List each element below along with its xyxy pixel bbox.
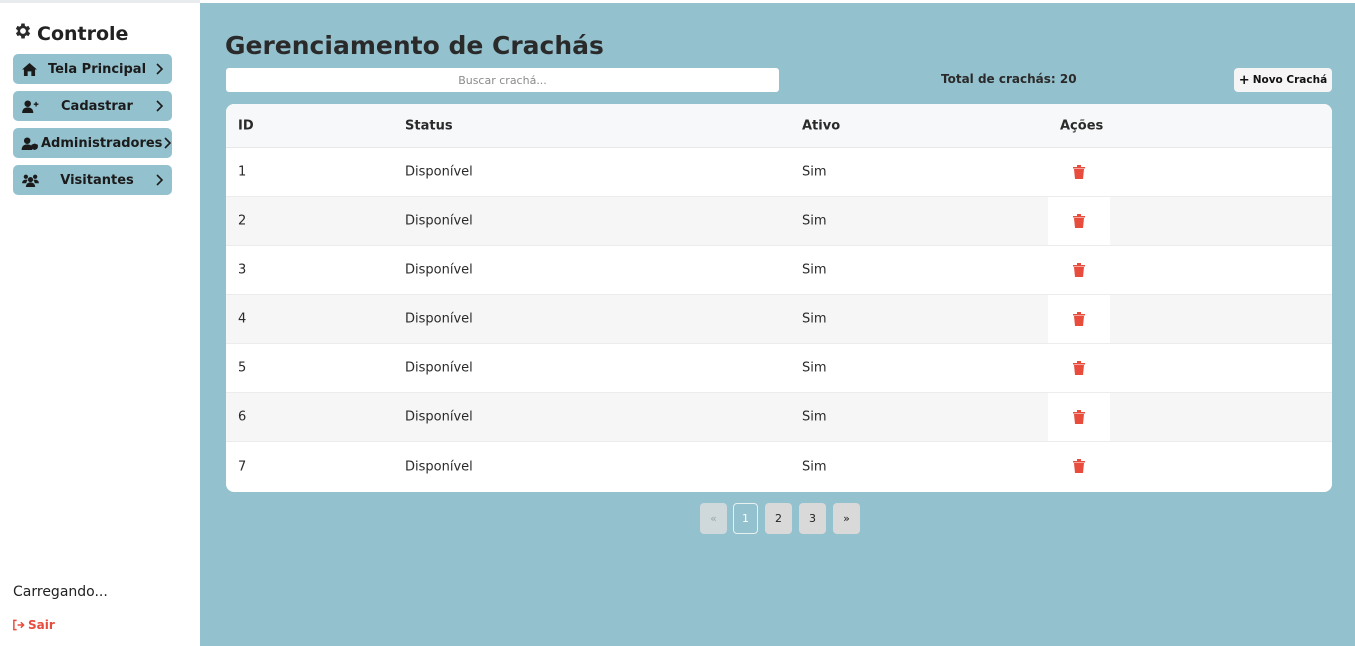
pagination-page-1[interactable]: 1 — [733, 503, 758, 534]
gear-icon — [13, 21, 33, 46]
cell-id: 4 — [238, 311, 247, 327]
sidebar-item-label: Visitantes — [60, 172, 134, 188]
user-shield-icon — [21, 135, 39, 151]
cell-id: 2 — [238, 213, 247, 229]
table-row: 7 Disponível Sim — [226, 442, 1332, 491]
loading-text: Carregando... — [13, 584, 108, 600]
cell-id: 5 — [238, 360, 247, 376]
logout-link[interactable]: Sair — [12, 618, 55, 632]
delete-button[interactable] — [1048, 148, 1110, 196]
chevron-right-icon — [156, 100, 164, 112]
pagination-page-2[interactable]: 2 — [765, 503, 792, 534]
cell-ativo: Sim — [802, 360, 827, 376]
chevron-right-icon — [164, 137, 172, 149]
total-badges-label: Total de crachás: 20 — [941, 72, 1077, 86]
sidebar-item-label: Tela Principal — [47, 61, 147, 77]
sidebar-item-label: Cadastrar — [61, 98, 133, 114]
trash-icon — [1073, 165, 1085, 179]
sidebar: Controle Tela Principal Cadastrar Admini… — [0, 0, 200, 646]
delete-button[interactable] — [1048, 295, 1110, 343]
header-status: Status — [405, 118, 453, 133]
main-content: Gerenciamento de Crachás Total de crachá… — [200, 3, 1355, 646]
brand-title: Controle — [37, 22, 129, 45]
sidebar-item-tela-principal[interactable]: Tela Principal — [13, 54, 172, 84]
cell-status: Disponível — [405, 164, 473, 180]
cell-id: 6 — [238, 409, 247, 425]
sidebar-item-visitantes[interactable]: Visitantes — [13, 165, 172, 195]
trash-icon — [1073, 312, 1085, 326]
delete-button[interactable] — [1048, 393, 1110, 441]
sidebar-item-cadastrar[interactable]: Cadastrar — [13, 91, 172, 121]
trash-icon — [1073, 410, 1085, 424]
cell-id: 1 — [238, 164, 247, 180]
pagination-prev-button[interactable]: « — [700, 503, 727, 534]
delete-button[interactable] — [1048, 442, 1110, 490]
table-row: 3 Disponível Sim — [226, 246, 1332, 295]
users-icon — [22, 172, 40, 188]
header-ativo: Ativo — [802, 118, 841, 133]
new-badge-label: Novo Crachá — [1252, 74, 1328, 86]
badges-table: ID Status Ativo Ações 1 Disponível Sim 2… — [226, 104, 1332, 492]
cell-status: Disponível — [405, 409, 473, 425]
table-row: 1 Disponível Sim — [226, 148, 1332, 197]
cell-ativo: Sim — [802, 311, 827, 327]
cell-id: 7 — [238, 459, 247, 474]
sidebar-item-administradores[interactable]: Administradores — [13, 128, 172, 158]
chevron-right-icon — [156, 63, 164, 75]
pagination-page-3[interactable]: 3 — [799, 503, 826, 534]
table-row: 5 Disponível Sim — [226, 344, 1332, 393]
cell-status: Disponível — [405, 459, 473, 474]
delete-button[interactable] — [1048, 197, 1110, 245]
plus-icon: + — [1238, 72, 1250, 88]
cell-status: Disponível — [405, 213, 473, 229]
sidebar-brand: Controle — [13, 21, 128, 46]
cell-ativo: Sim — [802, 164, 827, 180]
home-icon — [22, 61, 40, 77]
user-plus-icon — [22, 98, 40, 114]
table-row: 6 Disponível Sim — [226, 393, 1332, 442]
cell-ativo: Sim — [802, 409, 827, 425]
page-title: Gerenciamento de Crachás — [225, 31, 604, 60]
cell-status: Disponível — [405, 360, 473, 376]
new-badge-button[interactable]: + Novo Crachá — [1234, 68, 1332, 92]
trash-icon — [1073, 263, 1085, 277]
cell-ativo: Sim — [802, 213, 827, 229]
app-root: Controle Tela Principal Cadastrar Admini… — [0, 0, 1355, 646]
cell-status: Disponível — [405, 311, 473, 327]
table-row: 4 Disponível Sim — [226, 295, 1332, 344]
logout-label: Sair — [28, 618, 55, 632]
trash-icon — [1073, 214, 1085, 228]
header-id: ID — [238, 118, 254, 133]
pagination-next-button[interactable]: » — [833, 503, 860, 534]
table-header: ID Status Ativo Ações — [226, 104, 1332, 148]
sign-out-icon — [13, 619, 25, 631]
cell-ativo: Sim — [802, 262, 827, 278]
pagination: « 1 2 3 » — [700, 503, 860, 534]
trash-icon — [1073, 459, 1085, 473]
cell-id: 3 — [238, 262, 247, 278]
cell-ativo: Sim — [802, 459, 827, 474]
header-acoes: Ações — [1060, 118, 1104, 133]
table-row: 2 Disponível Sim — [226, 197, 1332, 246]
sidebar-item-label: Administradores — [41, 135, 163, 151]
delete-button[interactable] — [1048, 344, 1110, 392]
sidebar-nav: Tela Principal Cadastrar Administradores — [13, 54, 172, 202]
cell-status: Disponível — [405, 262, 473, 278]
chevron-right-icon — [156, 174, 164, 186]
trash-icon — [1073, 361, 1085, 375]
search-input[interactable] — [226, 68, 779, 92]
delete-button[interactable] — [1048, 246, 1110, 294]
